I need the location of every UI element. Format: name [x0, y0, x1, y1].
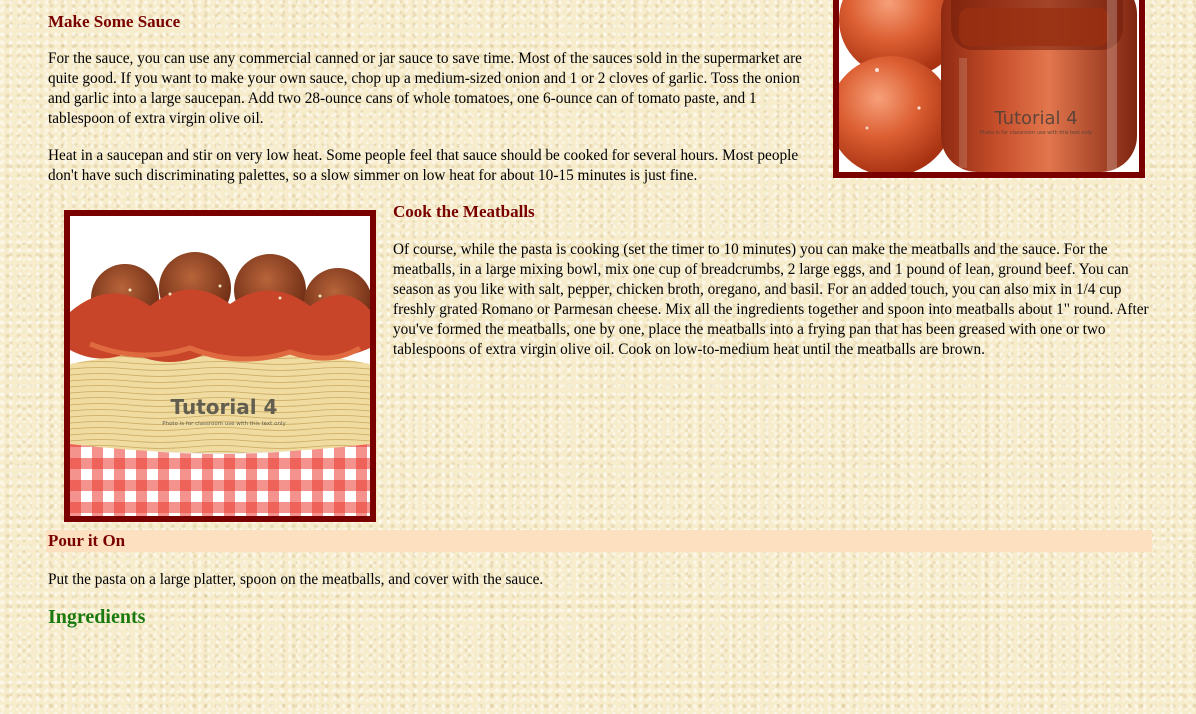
- ingredients-heading: Ingredients: [48, 606, 146, 628]
- pour-heading-band: [46, 530, 1152, 552]
- spaghetti-photo-watermark: Tutorial 4: [171, 395, 278, 419]
- spaghetti-photo-watermark-note: Photo is for classroom use with this tex…: [162, 421, 286, 427]
- spaghetti-meatballs-photo: Tutorial 4 Photo is for classroom use wi…: [64, 210, 376, 522]
- pour-heading: Pour it On: [48, 531, 126, 550]
- sauce-heading: Make Some Sauce: [48, 12, 181, 31]
- sauce-photo-watermark-note: Photo is for classroom use with this tex…: [980, 130, 1092, 136]
- pour-paragraph: Put the pasta on a large platter, spoon …: [48, 571, 544, 588]
- sauce-photo-watermark: Tutorial 4: [993, 108, 1077, 129]
- sauce-jar-photo: Tutorial 4 Photo is for classroom use wi…: [833, 0, 1145, 178]
- sauce-paragraph-1: For the sauce, you can use any commercia…: [48, 50, 802, 127]
- meatballs-paragraph: Of course, while the pasta is cooking (s…: [393, 241, 1149, 358]
- meatballs-heading: Cook the Meatballs: [393, 202, 535, 221]
- sauce-paragraph-2: Heat in a saucepan and stir on very low …: [48, 147, 799, 184]
